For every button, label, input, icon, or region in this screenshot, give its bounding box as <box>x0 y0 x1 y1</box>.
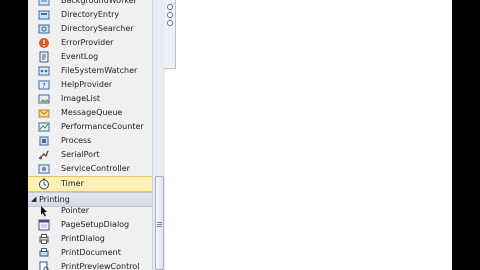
toolbox-item-printdialog[interactable]: PrintDialog <box>28 232 152 246</box>
toolbox-item-label: HelpProvider <box>61 80 113 89</box>
timer-icon <box>38 178 50 190</box>
toolbox-item-label: PrintPreviewControl <box>61 262 140 270</box>
pin-icon <box>167 4 173 10</box>
toolbox-item-printdocument[interactable]: PrintDocument <box>28 246 152 260</box>
toolbox-item-directorysearcher[interactable]: DirectorySearcher <box>28 22 152 36</box>
toolbox-item-label: Process <box>61 136 92 145</box>
svg-text:?: ? <box>42 82 46 90</box>
message-queue-icon <box>38 107 50 119</box>
service-controller-icon <box>38 163 50 175</box>
pin-icon <box>167 12 173 18</box>
image-list-icon <box>38 93 50 105</box>
toolbox-item-imagelist[interactable]: ImageList <box>28 92 152 106</box>
toolbox-item-pagesetupdialog[interactable]: PageSetupDialog <box>28 218 152 232</box>
toolbox-item-directoryentry[interactable]: DirectoryEntry <box>28 8 152 22</box>
background-worker-icon <box>38 0 50 7</box>
toolbox-item-label: MessageQueue <box>61 108 123 117</box>
toolbox-item-timer[interactable]: Timer <box>28 176 152 192</box>
toolbox-item-servicecontroller[interactable]: ServiceController <box>28 162 152 176</box>
scrollbar-thumb[interactable] <box>155 176 164 270</box>
print-dialog-icon <box>38 233 50 245</box>
help-provider-icon: ? <box>38 79 50 91</box>
toolbox-item-errorprovider[interactable]: ErrorProvider <box>28 36 152 50</box>
toolbox-item-label: ImageList <box>61 94 101 103</box>
toolbox-item-label: PerformanceCounter <box>61 122 144 131</box>
toolbox-item-label: DirectorySearcher <box>61 24 134 33</box>
toolbox-item-process[interactable]: Process <box>28 134 152 148</box>
toolbox-item-filesystemwatcher[interactable]: FileSystemWatcher <box>28 64 152 78</box>
toolbox-item-label: Timer <box>61 179 84 188</box>
file-system-watcher-icon <box>38 65 50 77</box>
pin-icon <box>167 20 173 26</box>
toolbox-item-eventlog[interactable]: EventLog <box>28 50 152 64</box>
toolbox-panel: BackgroundWorker DirectoryEntry Director… <box>28 0 153 270</box>
page-setup-dialog-icon <box>38 219 50 231</box>
process-icon <box>38 135 50 147</box>
toolbox-item-serialport[interactable]: SerialPort <box>28 148 152 162</box>
toolbox-item-label: FileSystemWatcher <box>61 66 138 75</box>
print-preview-control-icon <box>38 261 50 270</box>
grip-icon <box>157 222 162 223</box>
performance-counter-icon <box>38 121 50 133</box>
toolbox-item-printpreviewcontrol[interactable]: PrintPreviewControl <box>28 260 152 270</box>
directory-entry-icon <box>38 9 50 21</box>
toolbox-item-label: EventLog <box>61 52 99 61</box>
toolbox-item-label: DirectoryEntry <box>61 10 120 19</box>
toolbox-item-label: BackgroundWorker <box>61 0 137 5</box>
toolbox-item-label: PrintDialog <box>61 234 105 243</box>
toolbox-item-messagequeue[interactable]: MessageQueue <box>28 106 152 120</box>
toolbox-item-helpprovider[interactable]: ? HelpProvider <box>28 78 152 92</box>
error-provider-icon <box>38 37 50 49</box>
toolbox-item-backgroundworker[interactable]: BackgroundWorker <box>28 0 152 8</box>
toolbox-item-label: SerialPort <box>61 150 100 159</box>
toolbox-item-label: ServiceController <box>61 164 130 173</box>
toolbox-item-label: PrintDocument <box>61 248 121 257</box>
toolbox-item-label: ErrorProvider <box>61 38 114 47</box>
directory-searcher-icon <box>38 23 50 35</box>
toolbox-item-pointer[interactable]: Pointer <box>28 204 152 218</box>
print-document-icon <box>38 247 50 259</box>
serial-port-icon <box>38 149 50 161</box>
auto-hide-strip[interactable] <box>164 0 176 69</box>
designer-surface[interactable] <box>176 0 452 270</box>
toolbox-item-label: PageSetupDialog <box>61 220 130 229</box>
toolbox-item-label: Pointer <box>61 206 90 215</box>
event-log-icon <box>38 51 50 63</box>
toolbox-item-performancecounter[interactable]: PerformanceCounter <box>28 120 152 134</box>
ide-window: BackgroundWorker DirectoryEntry Director… <box>28 0 452 270</box>
pointer-icon <box>38 205 50 217</box>
